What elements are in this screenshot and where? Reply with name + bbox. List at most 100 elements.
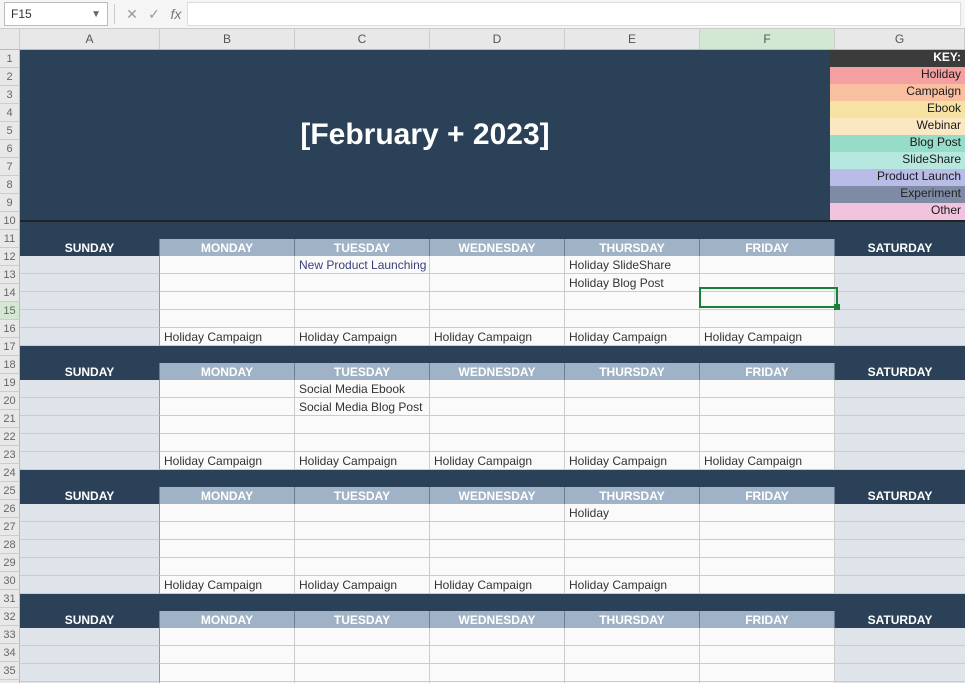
calendar-cell[interactable] bbox=[835, 380, 965, 398]
calendar-cell[interactable] bbox=[430, 274, 565, 292]
calendar-cell[interactable] bbox=[160, 522, 295, 540]
calendar-cell[interactable]: Holiday Campaign bbox=[295, 328, 430, 346]
calendar-cell[interactable] bbox=[160, 256, 295, 274]
calendar-cell[interactable] bbox=[20, 628, 160, 646]
calendar-cell[interactable] bbox=[430, 558, 565, 576]
row-header[interactable]: 16 bbox=[0, 320, 20, 338]
calendar-cell[interactable] bbox=[20, 310, 160, 328]
calendar-cell[interactable] bbox=[160, 628, 295, 646]
calendar-cell[interactable] bbox=[430, 434, 565, 452]
calendar-cell[interactable] bbox=[430, 292, 565, 310]
calendar-cell[interactable] bbox=[160, 504, 295, 522]
name-box[interactable]: F15 ▼ bbox=[4, 2, 108, 26]
calendar-cell[interactable] bbox=[430, 310, 565, 328]
calendar-cell[interactable] bbox=[160, 664, 295, 682]
column-header[interactable]: F bbox=[700, 29, 835, 49]
row-header[interactable]: 1 bbox=[0, 50, 20, 68]
calendar-cell[interactable] bbox=[295, 540, 430, 558]
row-header[interactable]: 7 bbox=[0, 158, 20, 176]
calendar-cell[interactable] bbox=[20, 504, 160, 522]
calendar-cell[interactable] bbox=[565, 646, 700, 664]
calendar-cell[interactable] bbox=[295, 292, 430, 310]
calendar-cell[interactable] bbox=[565, 522, 700, 540]
calendar-cell[interactable] bbox=[700, 416, 835, 434]
calendar-cell[interactable] bbox=[20, 646, 160, 664]
row-header[interactable]: 15 bbox=[0, 302, 20, 320]
calendar-cell[interactable]: Holiday bbox=[565, 504, 700, 522]
column-header[interactable]: E bbox=[565, 29, 700, 49]
calendar-cell[interactable] bbox=[160, 292, 295, 310]
row-header[interactable]: 34 bbox=[0, 644, 20, 662]
calendar-cell[interactable] bbox=[295, 274, 430, 292]
calendar-cell[interactable] bbox=[295, 434, 430, 452]
calendar-cell[interactable] bbox=[700, 398, 835, 416]
row-header[interactable]: 28 bbox=[0, 536, 20, 554]
column-header[interactable]: B bbox=[160, 29, 295, 49]
fx-icon[interactable]: fx bbox=[165, 6, 187, 22]
calendar-cell[interactable] bbox=[565, 628, 700, 646]
calendar-cell[interactable]: Holiday Campaign bbox=[160, 576, 295, 594]
calendar-cell[interactable] bbox=[20, 434, 160, 452]
calendar-cell[interactable] bbox=[565, 398, 700, 416]
row-header[interactable]: 26 bbox=[0, 500, 20, 518]
calendar-cell[interactable] bbox=[20, 452, 160, 470]
calendar-cell[interactable] bbox=[20, 664, 160, 682]
confirm-icon[interactable]: ✓ bbox=[143, 6, 165, 23]
calendar-cell[interactable] bbox=[20, 522, 160, 540]
calendar-cell[interactable] bbox=[835, 540, 965, 558]
calendar-cell[interactable] bbox=[295, 416, 430, 434]
calendar-cell[interactable] bbox=[700, 628, 835, 646]
row-header[interactable]: 17 bbox=[0, 338, 20, 356]
row-header[interactable]: 20 bbox=[0, 392, 20, 410]
calendar-cell[interactable]: Holiday Blog Post bbox=[565, 274, 700, 292]
calendar-cell[interactable]: Holiday Campaign bbox=[295, 576, 430, 594]
calendar-cell[interactable]: Social Media Blog Post bbox=[295, 398, 430, 416]
calendar-cell[interactable] bbox=[700, 576, 835, 594]
calendar-cell[interactable] bbox=[295, 664, 430, 682]
calendar-cell[interactable] bbox=[700, 434, 835, 452]
calendar-cell[interactable] bbox=[430, 540, 565, 558]
calendar-cell[interactable] bbox=[160, 434, 295, 452]
calendar-cell[interactable] bbox=[835, 310, 965, 328]
calendar-cell[interactable] bbox=[700, 540, 835, 558]
calendar-cell[interactable]: Holiday Campaign bbox=[295, 452, 430, 470]
row-header[interactable]: 19 bbox=[0, 374, 20, 392]
calendar-cell[interactable] bbox=[295, 504, 430, 522]
calendar-cell[interactable] bbox=[430, 628, 565, 646]
calendar-cell[interactable] bbox=[835, 274, 965, 292]
calendar-cell[interactable] bbox=[700, 522, 835, 540]
calendar-cell[interactable] bbox=[160, 274, 295, 292]
calendar-cell[interactable] bbox=[430, 646, 565, 664]
calendar-cell[interactable] bbox=[700, 380, 835, 398]
calendar-cell[interactable] bbox=[295, 522, 430, 540]
row-header[interactable]: 27 bbox=[0, 518, 20, 536]
calendar-cell[interactable] bbox=[430, 398, 565, 416]
calendar-cell[interactable] bbox=[835, 628, 965, 646]
calendar-cell[interactable] bbox=[20, 380, 160, 398]
calendar-cell[interactable] bbox=[430, 256, 565, 274]
cancel-icon[interactable]: ✕ bbox=[121, 6, 143, 23]
calendar-cell[interactable]: Holiday Campaign bbox=[160, 452, 295, 470]
calendar-cell[interactable] bbox=[835, 434, 965, 452]
row-header[interactable]: 24 bbox=[0, 464, 20, 482]
calendar-cell[interactable]: Holiday Campaign bbox=[430, 576, 565, 594]
calendar-cell[interactable] bbox=[295, 646, 430, 664]
calendar-cell[interactable] bbox=[700, 310, 835, 328]
row-header[interactable]: 12 bbox=[0, 248, 20, 266]
calendar-cell[interactable] bbox=[700, 664, 835, 682]
calendar-cell[interactable]: Holiday Campaign bbox=[565, 576, 700, 594]
calendar-cell[interactable]: Holiday Campaign bbox=[430, 452, 565, 470]
row-header[interactable]: 8 bbox=[0, 176, 20, 194]
calendar-cell[interactable] bbox=[835, 664, 965, 682]
row-header[interactable]: 32 bbox=[0, 608, 20, 626]
row-header[interactable]: 5 bbox=[0, 122, 20, 140]
calendar-cell[interactable] bbox=[430, 416, 565, 434]
row-header[interactable]: 21 bbox=[0, 410, 20, 428]
row-header[interactable]: 30 bbox=[0, 572, 20, 590]
row-header[interactable]: 35 bbox=[0, 662, 20, 680]
calendar-cell[interactable] bbox=[20, 540, 160, 558]
calendar-cell[interactable] bbox=[835, 522, 965, 540]
calendar-cell[interactable] bbox=[20, 576, 160, 594]
row-header[interactable]: 25 bbox=[0, 482, 20, 500]
calendar-cell[interactable] bbox=[160, 310, 295, 328]
